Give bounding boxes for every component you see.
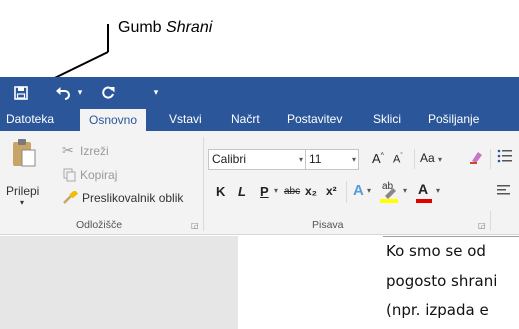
font-color-bar bbox=[416, 199, 432, 203]
underline-button[interactable]: P bbox=[260, 184, 269, 199]
highlight-dropdown-icon[interactable]: ▾ bbox=[403, 186, 407, 195]
shrink-font-button[interactable]: Aˇ bbox=[393, 153, 403, 166]
cut-label: Izreži bbox=[80, 144, 109, 158]
text-effects-dropdown-icon[interactable]: ▾ bbox=[367, 186, 371, 195]
italic-button[interactable]: L bbox=[238, 184, 246, 199]
text-effects-button[interactable]: A bbox=[353, 182, 364, 199]
document-line: pogosto shrani bbox=[386, 272, 498, 290]
mini-separator bbox=[414, 149, 415, 169]
highlighter-icon bbox=[385, 188, 396, 199]
redo-icon[interactable] bbox=[97, 77, 119, 108]
undo-icon[interactable] bbox=[52, 77, 74, 108]
bullets-icon[interactable] bbox=[497, 148, 513, 167]
clipboard-launcher-icon[interactable]: ◲ bbox=[191, 221, 199, 230]
paste-button[interactable]: Prilepi ▾ bbox=[6, 136, 40, 212]
font-color-dropdown-icon[interactable]: ▾ bbox=[436, 186, 440, 195]
scissors-icon: ✂ bbox=[62, 142, 74, 158]
paste-label: Prilepi bbox=[6, 184, 40, 198]
copy-label: Kopiraj bbox=[80, 168, 118, 182]
font-size-dropdown-icon: ▾ bbox=[351, 155, 356, 164]
align-left-icon[interactable] bbox=[497, 183, 511, 200]
customize-dropdown-icon[interactable]: ▾ bbox=[150, 77, 162, 108]
save-icon[interactable] bbox=[8, 77, 34, 108]
ribbon-tabs: Datoteka Osnovno Vstavi Načrt Postavitev… bbox=[0, 108, 519, 131]
highlight-color-bar bbox=[380, 199, 398, 203]
change-case-button[interactable]: Aa ▾ bbox=[420, 151, 442, 165]
font-name-dropdown-icon: ▾ bbox=[298, 155, 303, 164]
undo-dropdown-icon[interactable]: ▾ bbox=[74, 77, 86, 108]
document-line: (npr. izpada e bbox=[386, 301, 489, 319]
tab-design[interactable]: Načrt bbox=[231, 108, 260, 131]
mini-separator bbox=[346, 181, 347, 203]
clipboard-group-label: Odložišče bbox=[76, 219, 123, 231]
group-separator bbox=[490, 211, 491, 231]
format-painter-label: Preslikovalnik oblik bbox=[82, 191, 184, 205]
font-color-label: A bbox=[418, 181, 429, 197]
tab-insert[interactable]: Vstavi bbox=[169, 108, 202, 131]
group-separator bbox=[203, 137, 204, 231]
annotation-label: Gumb Shrani bbox=[118, 19, 213, 36]
clear-formatting-icon[interactable] bbox=[468, 149, 484, 168]
mini-separator bbox=[490, 149, 491, 169]
copy-button[interactable]: Kopiraj bbox=[62, 168, 142, 184]
font-name-combo[interactable]: Calibri ▾ bbox=[208, 149, 306, 170]
font-launcher-icon[interactable]: ◲ bbox=[478, 221, 486, 230]
tab-mailings[interactable]: Pošiljanje bbox=[428, 108, 479, 131]
font-name-value: Calibri bbox=[212, 152, 247, 166]
tab-layout[interactable]: Postavitev bbox=[287, 108, 342, 131]
cut-button[interactable]: ✂ Izreži bbox=[62, 142, 142, 160]
page-margin-line bbox=[383, 236, 519, 237]
highlight-button[interactable]: ab bbox=[380, 181, 400, 203]
annotation-label-italic: Shrani bbox=[166, 19, 213, 36]
tab-home[interactable]: Osnovno bbox=[80, 109, 147, 131]
grow-font-button[interactable]: A^ bbox=[372, 151, 384, 166]
font-color-button[interactable]: A bbox=[416, 181, 432, 203]
paste-dropdown-icon[interactable]: ▾ bbox=[20, 198, 24, 207]
bold-button[interactable]: K bbox=[216, 184, 225, 199]
tab-file[interactable]: Datoteka bbox=[6, 108, 54, 131]
subscript-button[interactable]: x₂ bbox=[305, 184, 317, 198]
tab-references[interactable]: Sklici bbox=[373, 108, 401, 131]
font-group-label: Pisava bbox=[312, 219, 344, 231]
format-painter-icon bbox=[63, 191, 78, 204]
underline-dropdown-icon[interactable]: ▾ bbox=[274, 186, 278, 195]
font-size-combo[interactable]: 11 ▾ bbox=[305, 149, 359, 170]
document-line: Ko smo se od bbox=[386, 242, 486, 260]
ribbon: Prilepi ▾ ✂ Izreži Kopiraj Preslikovalni… bbox=[0, 131, 519, 235]
superscript-button[interactable]: x² bbox=[326, 184, 337, 198]
quick-access-toolbar: ▾ ▾ bbox=[0, 77, 519, 108]
copy-icon bbox=[63, 168, 76, 182]
strikethrough-button[interactable]: abc bbox=[284, 186, 300, 197]
format-painter-button[interactable]: Preslikovalnik oblik bbox=[62, 191, 202, 207]
font-size-value: 11 bbox=[309, 152, 322, 166]
paste-icon bbox=[13, 139, 36, 167]
